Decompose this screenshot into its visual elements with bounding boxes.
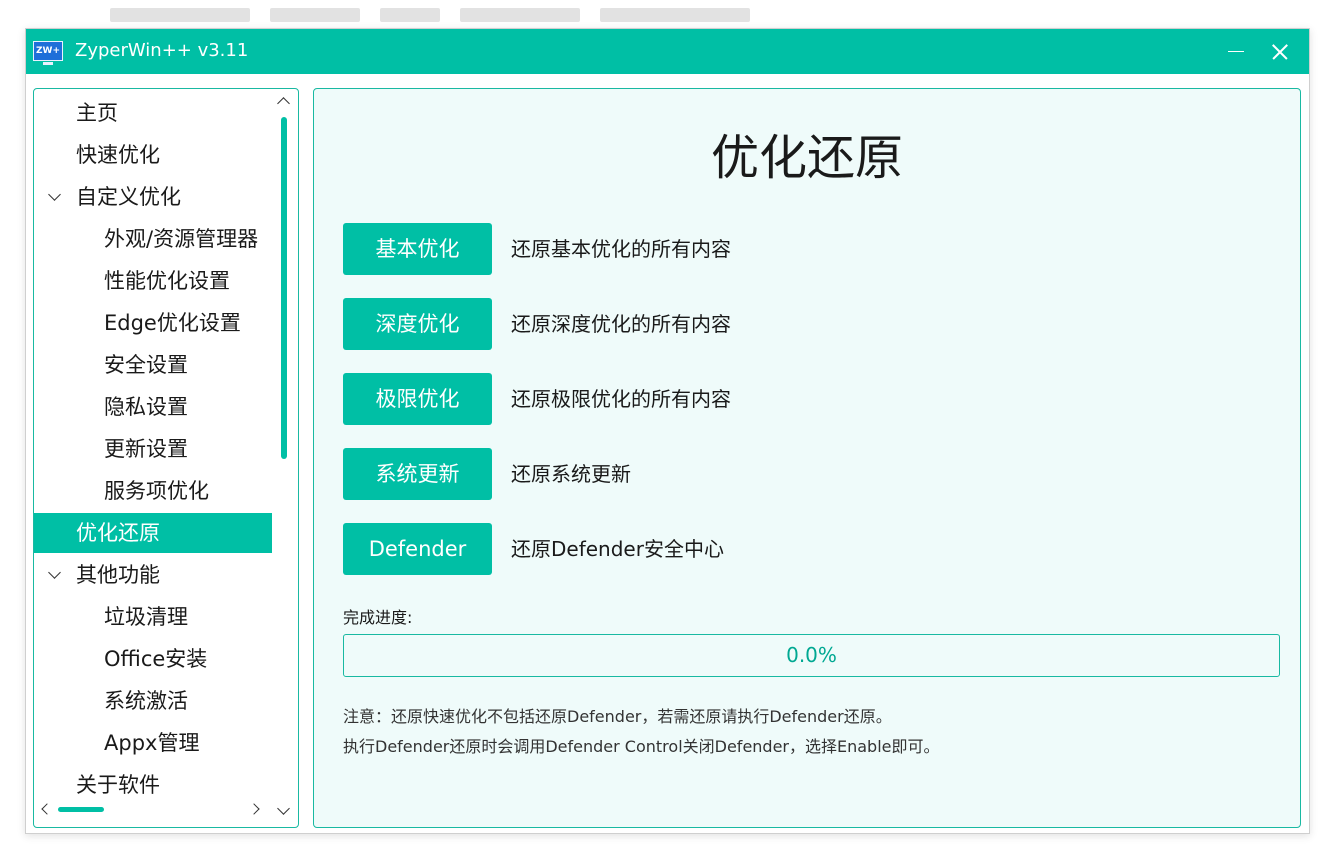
page-title: 优化还原 — [710, 130, 903, 186]
sidebar-item-label: 快速优化 — [76, 143, 160, 167]
scroll-up-icon[interactable] — [277, 97, 290, 110]
sidebar-item-appearance-explorer[interactable]: 外观/资源管理器 — [34, 219, 272, 259]
sidebar-item-label: 外观/资源管理器 — [104, 227, 259, 251]
title-bar[interactable]: ZW+ ZyperWin++ v3.11 — [26, 29, 1309, 74]
sidebar-nav: 主页 快速优化 自定义优化 外观/资源管理器 性能优化设置 Edge优化设置 安… — [33, 88, 299, 828]
main-panel: 优化还原 基本优化 还原基本优化的所有内容 深度优化 还原深度优化的所有内容 极… — [313, 88, 1301, 828]
chevron-down-icon[interactable] — [48, 188, 61, 201]
restore-system-update-button[interactable]: 系统更新 — [343, 448, 492, 500]
sidebar-item-services[interactable]: 服务项优化 — [34, 471, 272, 511]
sidebar-item-office-install[interactable]: Office安装 — [34, 639, 272, 679]
restore-deep-description: 还原深度优化的所有内容 — [511, 312, 731, 336]
window-title: ZyperWin++ v3.11 — [75, 40, 249, 61]
sidebar-item-home[interactable]: 主页 — [34, 93, 272, 133]
sidebar-item-label: 垃圾清理 — [104, 605, 188, 629]
sidebar-item-label: 其他功能 — [76, 563, 160, 587]
sidebar-item-edge[interactable]: Edge优化设置 — [34, 303, 272, 343]
progress-value: 0.0% — [786, 643, 837, 667]
progress-label: 完成进度: — [343, 608, 413, 627]
background-window-text — [110, 0, 770, 24]
sidebar-item-about[interactable]: 关于软件 — [34, 765, 272, 805]
sidebar-item-quick-optimize[interactable]: 快速优化 — [34, 135, 272, 175]
sidebar-item-label: 自定义优化 — [76, 185, 181, 209]
restore-extreme-description: 还原极限优化的所有内容 — [511, 387, 731, 411]
minimize-icon[interactable] — [1222, 37, 1252, 65]
note-line-2: 执行Defender还原时会调用Defender Control关闭Defend… — [343, 737, 940, 756]
progress-bar: 0.0% — [343, 634, 1280, 677]
sidebar-item-label: 系统激活 — [104, 689, 188, 713]
sidebar-item-label: 更新设置 — [104, 437, 188, 461]
sidebar-item-other-features[interactable]: 其他功能 — [34, 555, 272, 595]
sidebar-item-privacy[interactable]: 隐私设置 — [34, 387, 272, 427]
restore-system-update-description: 还原系统更新 — [511, 462, 631, 486]
scroll-down-icon[interactable] — [277, 802, 290, 815]
sidebar-item-label: 关于软件 — [76, 773, 160, 797]
restore-basic-button[interactable]: 基本优化 — [343, 223, 492, 275]
sidebar-item-junk-clean[interactable]: 垃圾清理 — [34, 597, 272, 637]
sidebar-item-label: Appx管理 — [104, 731, 200, 755]
app-window: ZW+ ZyperWin++ v3.11 主页 快速优化 自定义优化 外观/资源… — [25, 28, 1310, 834]
vertical-scrollbar-thumb[interactable] — [281, 117, 287, 459]
sidebar-item-label: 主页 — [76, 101, 118, 125]
sidebar-item-appx[interactable]: Appx管理 — [34, 723, 272, 763]
sidebar-item-label: 优化还原 — [76, 521, 160, 545]
sidebar-item-label: Office安装 — [104, 647, 208, 671]
restore-deep-button[interactable]: 深度优化 — [343, 298, 492, 350]
sidebar-item-restore[interactable]: 优化还原 — [34, 513, 272, 553]
app-logo-icon: ZW+ — [33, 41, 63, 65]
restore-extreme-button[interactable]: 极限优化 — [343, 373, 492, 425]
sidebar-item-performance[interactable]: 性能优化设置 — [34, 261, 272, 301]
sidebar-item-security[interactable]: 安全设置 — [34, 345, 272, 385]
sidebar-item-label: Edge优化设置 — [104, 311, 241, 335]
sidebar-item-update[interactable]: 更新设置 — [34, 429, 272, 469]
close-icon[interactable] — [1266, 37, 1296, 65]
note-line-1: 注意：还原快速优化不包括还原Defender，若需还原请执行Defender还原… — [343, 707, 892, 726]
sidebar-item-label: 服务项优化 — [104, 479, 209, 503]
restore-defender-button[interactable]: Defender — [343, 523, 492, 575]
sidebar-item-custom-optimize[interactable]: 自定义优化 — [34, 177, 272, 217]
sidebar-item-label: 安全设置 — [104, 353, 188, 377]
sidebar-item-activation[interactable]: 系统激活 — [34, 681, 272, 721]
chevron-down-icon[interactable] — [48, 566, 61, 579]
scroll-left-icon[interactable] — [41, 803, 53, 815]
horizontal-scrollbar-thumb[interactable] — [58, 807, 104, 812]
sidebar-item-label: 隐私设置 — [104, 395, 188, 419]
restore-basic-description: 还原基本优化的所有内容 — [511, 237, 731, 261]
sidebar-item-label: 性能优化设置 — [104, 269, 230, 293]
restore-defender-description: 还原Defender安全中心 — [511, 537, 724, 561]
scroll-right-icon[interactable] — [248, 803, 260, 815]
